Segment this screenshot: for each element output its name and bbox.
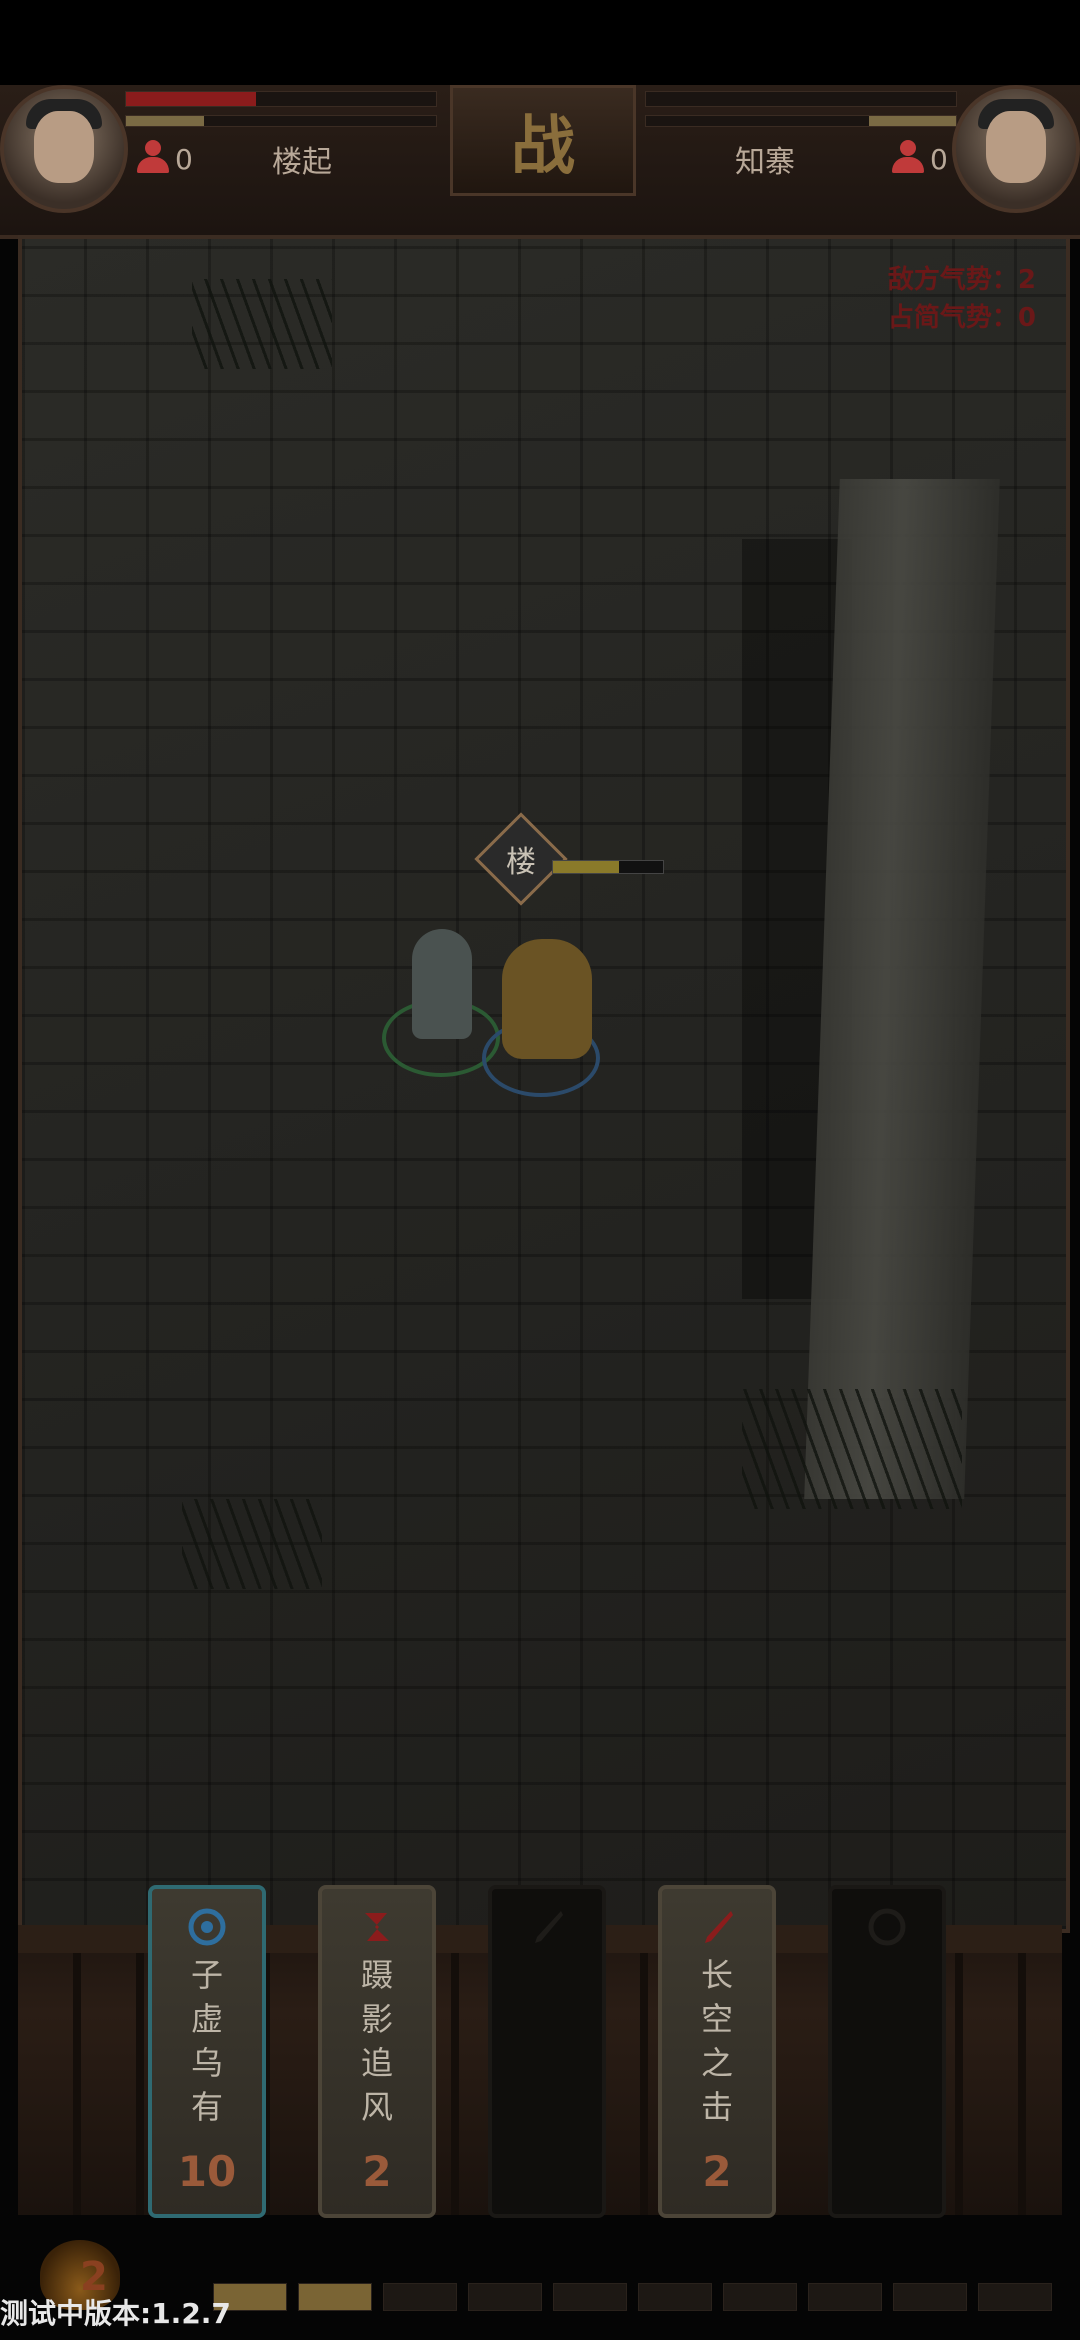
energy-slot [808, 2283, 882, 2311]
enemy-energy-bar [645, 115, 957, 127]
energy-slot [638, 2283, 712, 2311]
energy-slot [553, 2283, 627, 2311]
skill-label-char: 有 [190, 2088, 223, 2126]
sword-icon [695, 1905, 739, 1949]
skill-label-char: 空 [700, 2000, 733, 2038]
player-name: 楼起 [272, 145, 332, 180]
skill-cost: 10 [177, 2147, 237, 2196]
unit-hp-bar [552, 860, 664, 874]
hero-character[interactable] [502, 939, 592, 1059]
battle-hud: 0 楼起 战 知寨 0 [0, 85, 1080, 239]
energy-slot [298, 2283, 372, 2311]
skill-label-char: 风 [360, 2088, 393, 2126]
energy-slot [893, 2283, 967, 2311]
enemy-name: 知寨 [735, 145, 795, 180]
skill-label-char: 追 [360, 2044, 393, 2082]
skill-label: 蹑影追风 [361, 1953, 393, 2129]
ally-soldier[interactable] [412, 929, 472, 1039]
unit-tag-label: 楼 [506, 845, 536, 880]
skill-label-char: 长 [700, 1956, 733, 1994]
energy-slot [723, 2283, 797, 2311]
player-avatar[interactable] [0, 85, 128, 213]
enemy-morale-text: 敌方气势：2 [887, 265, 1036, 295]
ruined-wall [804, 479, 1000, 1499]
skill-label-char: 蹑 [360, 1956, 393, 1994]
enemy-hp-bar [645, 91, 957, 107]
player-count: 0 [175, 143, 193, 176]
enemy-person-icon [888, 140, 926, 174]
skill-label-char: 虚 [190, 2000, 223, 2038]
energy-slot [978, 2283, 1052, 2311]
status-bar [0, 0, 1080, 85]
unit-name-tag: 楼 [474, 812, 568, 906]
sword-icon [525, 1905, 569, 1949]
energy-slot [383, 2283, 457, 2311]
skill-label: 子虚乌有 [191, 1953, 223, 2129]
skill-cost: 2 [362, 2147, 392, 2196]
battlefield[interactable]: 敌方气势：2 占简气势：0 楼 [18, 235, 1070, 1933]
enemy-count: 0 [930, 143, 948, 176]
skill-card-4[interactable]: 长空之击 2 [658, 1885, 776, 2218]
skill-label-char: 乌 [190, 2044, 223, 2082]
energy-slot [468, 2283, 542, 2311]
energy-slots [213, 2283, 1052, 2311]
occupy-morale-text: 占简气势：0 [887, 303, 1036, 333]
skill-label-char: 之 [700, 2044, 733, 2082]
target-icon [865, 1905, 909, 1949]
target-icon [185, 1905, 229, 1949]
grass-tuft [182, 1499, 322, 1589]
skill-card-1[interactable]: 子虚乌有 10 [148, 1885, 266, 2218]
player-energy-bar [125, 115, 437, 127]
player-hp-bar [125, 91, 437, 107]
battle-title: 战 [511, 108, 575, 184]
morale-panel: 敌方气势：2 占简气势：0 [888, 261, 1036, 337]
player-person-icon [133, 140, 171, 174]
grass-tuft [742, 1389, 962, 1509]
skill-card-3[interactable] [488, 1885, 606, 2218]
skill-label-char: 子 [190, 1956, 223, 1994]
ribbon-icon [355, 1905, 399, 1949]
battle-badge: 战 [450, 85, 636, 196]
enemy-avatar[interactable] [952, 85, 1080, 213]
version-label: 测试中版本:1.2.7 [0, 2297, 231, 2330]
skill-card-2[interactable]: 蹑影追风 2 [318, 1885, 436, 2218]
skill-card-5[interactable] [828, 1885, 946, 2218]
skill-label-char: 击 [700, 2088, 733, 2126]
skill-label-char: 影 [360, 2000, 393, 2038]
skill-cost: 2 [702, 2147, 732, 2196]
grass-tuft [192, 279, 332, 369]
skill-label: 长空之击 [701, 1953, 733, 2129]
